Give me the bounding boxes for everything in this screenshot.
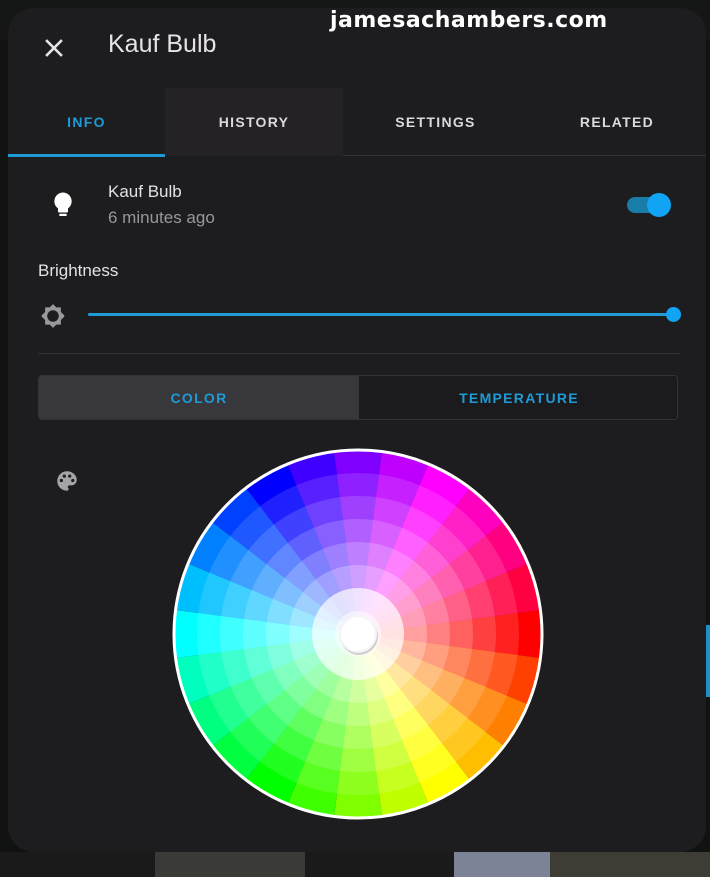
background-card [454,852,550,877]
temperature-mode-button[interactable]: TEMPERATURE [359,376,677,419]
entity-name: Kauf Bulb [108,182,182,201]
close-icon [45,39,63,57]
color-marker[interactable] [339,615,377,653]
power-toggle[interactable] [627,193,673,217]
slider-fill [88,313,674,316]
tab-settings[interactable]: SETTINGS [343,88,528,156]
brightness-label: Brightness [38,261,119,280]
toggle-thumb[interactable] [647,193,671,217]
color-mode-toggle: COLOR TEMPERATURE [38,375,678,420]
background-card [155,852,305,877]
close-button[interactable] [36,30,72,66]
tab-related[interactable]: RELATED [528,88,706,156]
palette-icon[interactable] [54,468,80,494]
background-dashboard [0,852,710,877]
entity-row: Kauf Bulb 6 minutes ago [8,168,706,238]
brightness-slider[interactable] [88,304,681,326]
divider [38,353,680,354]
color-wheel[interactable] [170,446,546,822]
slider-knob[interactable] [666,307,681,322]
brightness-icon [41,304,65,328]
tab-info[interactable]: INFO [8,88,165,157]
dialog-title: Kauf Bulb [108,30,217,58]
more-info-dialog: Kauf Bulb INFO HISTORY SETTINGS RELATED … [8,8,706,852]
color-mode-button[interactable]: COLOR [39,376,359,419]
tab-history[interactable]: HISTORY [165,88,343,156]
tab-bar: INFO HISTORY SETTINGS RELATED [8,88,706,157]
last-changed: 6 minutes ago [108,208,215,227]
watermark: jamesachambers.com [330,8,608,33]
background-card [550,852,710,877]
background-accent [706,625,710,697]
lightbulb-icon [54,192,72,216]
